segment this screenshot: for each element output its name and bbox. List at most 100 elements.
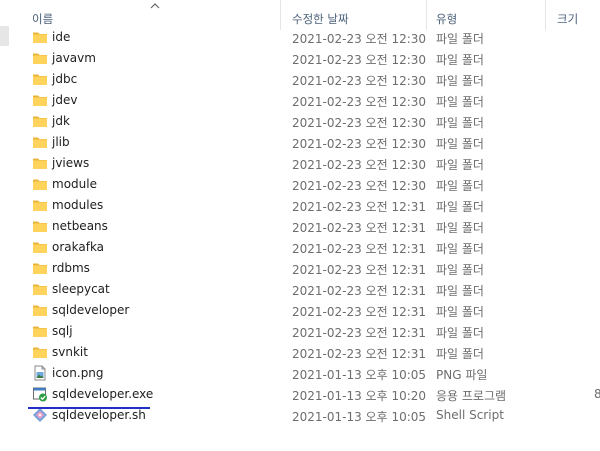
file-type: 파일 폴더 (436, 347, 484, 361)
folder-icon (32, 281, 48, 297)
file-name[interactable]: jviews (52, 156, 89, 170)
file-row[interactable]: modules 2021-02-23 오전 12:31 파일 폴더 (0, 195, 600, 216)
sort-ascending-icon (150, 3, 160, 9)
folder-icon (32, 239, 48, 255)
file-type: 파일 폴더 (436, 137, 484, 151)
file-type: 파일 폴더 (436, 221, 484, 235)
file-row[interactable]: sleepycat 2021-02-23 오전 12:31 파일 폴더 (0, 279, 600, 300)
file-type: 파일 폴더 (436, 74, 484, 88)
file-name[interactable]: jlib (52, 135, 70, 149)
column-divider[interactable] (426, 0, 427, 30)
file-name[interactable]: jdbc (52, 72, 77, 86)
folder-icon (32, 92, 48, 108)
file-name[interactable]: svnkit (52, 345, 88, 359)
file-row[interactable]: sqldeveloper 2021-02-23 오전 12:31 파일 폴더 (0, 300, 600, 321)
file-row[interactable]: netbeans 2021-02-23 오전 12:31 파일 폴더 (0, 216, 600, 237)
file-name[interactable]: sqldeveloper.sh (52, 408, 146, 422)
file-type: 응용 프로그램 (436, 389, 507, 403)
file-size: 8 (594, 387, 600, 401)
folder-icon (32, 176, 48, 192)
column-header-bar: 이름 수정한 날짜 유형 크기 (0, 0, 600, 30)
file-modified-date: 2021-02-23 오전 12:31 (292, 326, 427, 340)
file-row[interactable]: svnkit 2021-02-23 오전 12:31 파일 폴더 (0, 342, 600, 363)
file-name[interactable]: modules (52, 198, 103, 212)
column-header-name[interactable]: 이름 (32, 11, 53, 27)
folder-icon (32, 218, 48, 234)
file-modified-date: 2021-02-23 오전 12:31 (292, 284, 427, 298)
file-modified-date: 2021-02-23 오전 12:31 (292, 221, 427, 235)
file-modified-date: 2021-02-23 오전 12:31 (292, 305, 427, 319)
file-modified-date: 2021-02-23 오전 12:31 (292, 263, 427, 277)
file-name[interactable]: sqlj (52, 324, 73, 338)
file-name[interactable]: sqldeveloper.exe (52, 387, 153, 401)
file-name[interactable]: ide (52, 30, 70, 44)
column-header-type[interactable]: 유형 (436, 11, 457, 27)
file-modified-date: 2021-02-23 오전 12:31 (292, 347, 427, 361)
file-row[interactable]: sqldeveloper.exe 2021-01-13 오후 10:20 응용 프로… (0, 384, 600, 405)
column-divider[interactable] (545, 0, 546, 30)
file-type: 파일 폴더 (436, 179, 484, 193)
file-modified-date: 2021-02-23 오전 12:30 (292, 137, 427, 151)
file-modified-date: 2021-02-23 오전 12:30 (292, 53, 427, 67)
file-type: 파일 폴더 (436, 305, 484, 319)
file-type: 파일 폴더 (436, 284, 484, 298)
file-type: PNG 파일 (436, 368, 488, 382)
column-header-size[interactable]: 크기 (557, 11, 578, 27)
file-row[interactable]: module 2021-02-23 오전 12:30 파일 폴더 (0, 174, 600, 195)
file-modified-date: 2021-02-23 오전 12:31 (292, 200, 427, 214)
file-type: 파일 폴더 (436, 326, 484, 340)
file-modified-date: 2021-01-13 오후 10:05 (292, 368, 427, 382)
file-modified-date: 2021-02-23 오전 12:30 (292, 74, 427, 88)
file-type: 파일 폴더 (436, 32, 484, 46)
file-row[interactable]: jdbc 2021-02-23 오전 12:30 파일 폴더 (0, 69, 600, 90)
file-modified-date: 2021-02-23 오전 12:30 (292, 95, 427, 109)
file-modified-date: 2021-01-13 오후 10:05 (292, 410, 427, 424)
column-divider[interactable] (280, 0, 281, 30)
file-name[interactable]: jdev (52, 93, 77, 107)
folder-icon (32, 113, 48, 129)
folder-icon (32, 323, 48, 339)
folder-icon (32, 155, 48, 171)
column-header-modified[interactable]: 수정한 날짜 (292, 11, 349, 27)
file-name[interactable]: rdbms (52, 261, 90, 275)
file-type: 파일 폴더 (436, 95, 484, 109)
file-name[interactable]: sqldeveloper (52, 303, 129, 317)
file-row[interactable]: jlib 2021-02-23 오전 12:30 파일 폴더 (0, 132, 600, 153)
file-modified-date: 2021-01-13 오후 10:20 (292, 389, 427, 403)
file-modified-date: 2021-02-23 오전 12:30 (292, 158, 427, 172)
file-modified-date: 2021-02-23 오전 12:30 (292, 32, 427, 46)
file-row[interactable]: orakafka 2021-02-23 오전 12:31 파일 폴더 (0, 237, 600, 258)
file-type: 파일 폴더 (436, 116, 484, 130)
file-row[interactable]: ide 2021-02-23 오전 12:30 파일 폴더 (0, 27, 600, 48)
file-type: 파일 폴더 (436, 200, 484, 214)
file-type: 파일 폴더 (436, 242, 484, 256)
folder-icon (32, 197, 48, 213)
folder-icon (32, 29, 48, 45)
folder-icon (32, 344, 48, 360)
folder-icon (32, 71, 48, 87)
file-row[interactable]: jdk 2021-02-23 오전 12:30 파일 폴더 (0, 111, 600, 132)
file-name[interactable]: netbeans (52, 219, 108, 233)
folder-icon (32, 50, 48, 66)
file-row[interactable]: sqlj 2021-02-23 오전 12:31 파일 폴더 (0, 321, 600, 342)
file-name[interactable]: jdk (52, 114, 70, 128)
file-row[interactable]: icon.png 2021-01-13 오후 10:05 PNG 파일 (0, 363, 600, 384)
folder-icon (32, 260, 48, 276)
exe-file-icon (32, 386, 48, 402)
png-file-icon (32, 365, 48, 381)
file-row[interactable]: jviews 2021-02-23 오전 12:30 파일 폴더 (0, 153, 600, 174)
file-name[interactable]: orakafka (52, 240, 104, 254)
annotation-underline (28, 407, 150, 409)
file-type: Shell Script (436, 408, 504, 422)
file-modified-date: 2021-02-23 오전 12:30 (292, 179, 427, 193)
file-name[interactable]: icon.png (52, 366, 104, 380)
file-name[interactable]: javavm (52, 51, 96, 65)
file-name[interactable]: sleepycat (52, 282, 110, 296)
file-row[interactable]: jdev 2021-02-23 오전 12:30 파일 폴더 (0, 90, 600, 111)
file-name[interactable]: module (52, 177, 97, 191)
folder-icon (32, 134, 48, 150)
folder-icon (32, 302, 48, 318)
file-modified-date: 2021-02-23 오전 12:31 (292, 242, 427, 256)
file-row[interactable]: rdbms 2021-02-23 오전 12:31 파일 폴더 (0, 258, 600, 279)
file-row[interactable]: javavm 2021-02-23 오전 12:30 파일 폴더 (0, 48, 600, 69)
